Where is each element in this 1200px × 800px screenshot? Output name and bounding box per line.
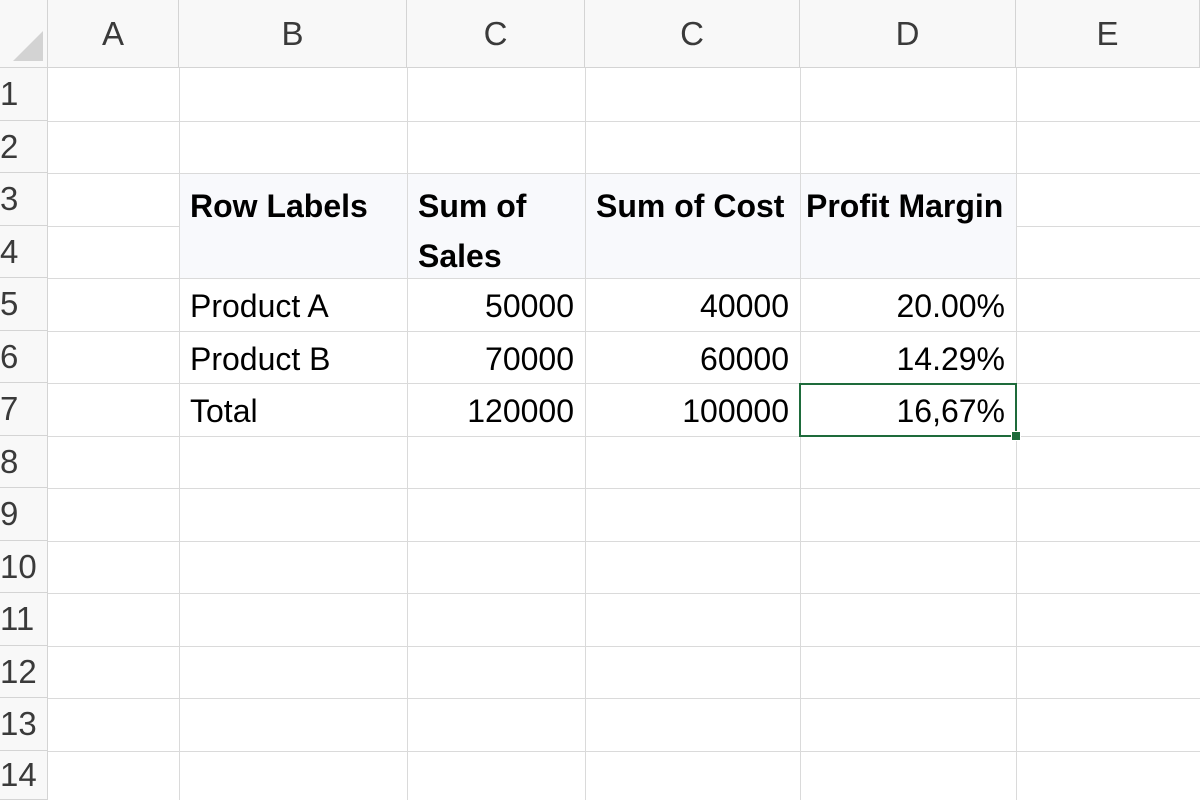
row-header-5[interactable]: 5 [0,278,48,331]
column-header-a[interactable]: A [48,0,179,68]
cell-c3-sum-of-cost[interactable]: Sum of Cost [585,180,800,232]
gridline [48,646,1200,647]
cell-c5-sales[interactable]: 50000 [407,280,585,332]
gridline [48,278,1200,279]
row-header-12[interactable]: 12 [0,646,48,698]
spreadsheet: A B C C D E 1 2 3 4 5 6 7 8 9 10 11 12 1… [0,0,1200,800]
row-header-2[interactable]: 2 [0,121,48,173]
column-header-c-cost[interactable]: C [585,0,800,68]
row-header-9[interactable]: 9 [0,488,48,541]
cell-c7-cost[interactable]: 100000 [585,385,800,437]
cell-b5-label[interactable]: Product A [179,280,407,332]
cell-b6-label[interactable]: Product B [179,333,407,385]
row-header-1[interactable]: 1 [0,68,48,121]
cell-c5-cost[interactable]: 40000 [585,280,800,332]
row-header-6[interactable]: 6 [0,331,48,383]
gridline [48,541,1200,542]
cell-c6-cost[interactable]: 60000 [585,333,800,385]
column-header-e[interactable]: E [1016,0,1200,68]
row-header-11[interactable]: 11 [0,593,48,646]
cell-d6-margin[interactable]: 14.29% [800,333,1016,385]
fill-handle[interactable] [1011,431,1021,441]
cell-c4-sales[interactable]: Sales [407,230,585,282]
gridline [48,751,1200,752]
cell-b3-row-labels[interactable]: Row Labels [179,180,407,232]
row-header-10[interactable]: 10 [0,541,48,593]
cell-d5-margin[interactable]: 20.00% [800,280,1016,332]
row-header-13[interactable]: 13 [0,698,48,751]
cell-b7-label[interactable]: Total [179,385,407,437]
gridline [48,226,179,227]
cell-c7-sales[interactable]: 120000 [407,385,585,437]
select-all-triangle-icon [13,31,43,61]
gridline [48,593,1200,594]
selected-cell-border [799,383,1017,437]
cell-c6-sales[interactable]: 70000 [407,333,585,385]
cell-d3-profit-margin[interactable]: Profit Margin [800,180,1016,232]
cell-c3-sum-of-sales[interactable]: Sum of [407,180,585,232]
row-header-14[interactable]: 14 [0,751,48,800]
select-all-corner[interactable] [0,0,48,68]
gridline [48,173,1200,174]
gridline [1016,226,1200,227]
gridline [48,488,1200,489]
row-header-8[interactable]: 8 [0,436,48,488]
row-header-3[interactable]: 3 [0,173,48,226]
column-header-d[interactable]: D [800,0,1016,68]
gridline [48,121,1200,122]
gridline [48,698,1200,699]
row-header-4[interactable]: 4 [0,226,48,278]
column-header-c-sales[interactable]: C [407,0,585,68]
row-header-7[interactable]: 7 [0,383,48,436]
column-header-b[interactable]: B [179,0,407,68]
